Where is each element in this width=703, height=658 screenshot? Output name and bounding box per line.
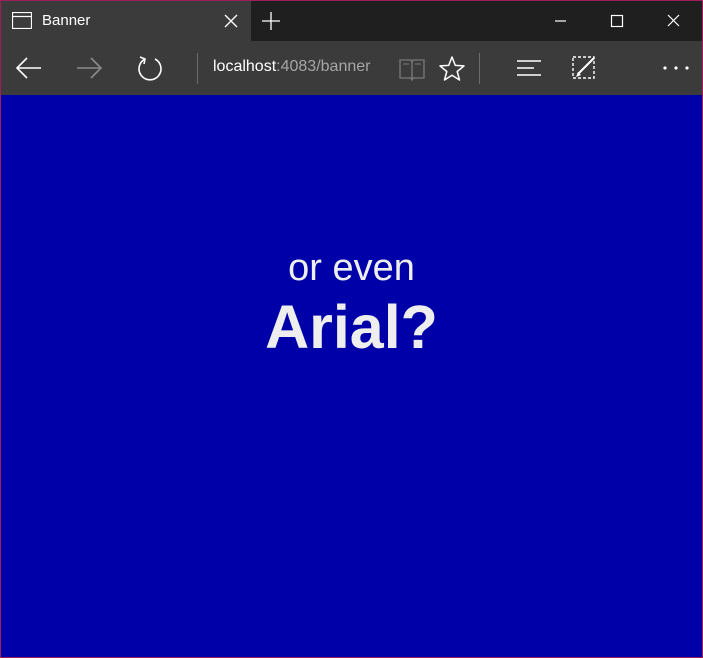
reading-view-button[interactable] xyxy=(398,56,426,82)
address-path: :4083/banner xyxy=(276,58,371,75)
forward-button[interactable] xyxy=(75,54,103,82)
new-tab-button[interactable] xyxy=(261,11,281,31)
plus-icon xyxy=(262,12,280,30)
toolbar-divider xyxy=(479,53,480,84)
more-button[interactable] xyxy=(661,60,691,76)
star-icon xyxy=(439,56,465,81)
maximize-button[interactable] xyxy=(589,1,645,41)
browser-tab[interactable]: Banner xyxy=(1,1,251,41)
address-bar[interactable]: localhost:4083/banner xyxy=(213,58,393,80)
reading-view-icon xyxy=(399,59,425,82)
close-icon xyxy=(667,14,680,27)
maximize-icon xyxy=(610,14,624,28)
tab-close-icon[interactable] xyxy=(223,13,239,29)
back-arrow-icon xyxy=(15,57,41,79)
tab-title: Banner xyxy=(42,12,91,29)
banner-heading: Arial? xyxy=(265,293,438,361)
minimize-icon xyxy=(555,20,566,22)
hub-icon xyxy=(517,60,541,76)
refresh-button[interactable] xyxy=(136,54,164,82)
address-host: localhost xyxy=(213,58,277,75)
close-window-button[interactable] xyxy=(646,1,702,41)
web-note-icon xyxy=(572,56,595,79)
more-icon xyxy=(663,66,689,70)
page-content: or even Arial? xyxy=(1,95,702,657)
web-note-button[interactable] xyxy=(570,54,598,82)
refresh-icon xyxy=(138,56,162,81)
banner-subtitle: or even xyxy=(288,247,415,289)
minimize-button[interactable] xyxy=(531,1,587,41)
favorite-button[interactable] xyxy=(438,55,466,83)
navigation-bar: localhost:4083/banner xyxy=(1,41,702,95)
toolbar-divider xyxy=(197,53,198,84)
browser-window: Banner localhost:4083/banner or even Ari… xyxy=(0,0,703,658)
hub-button[interactable] xyxy=(515,57,543,81)
title-bar: Banner xyxy=(1,1,702,41)
page-icon xyxy=(11,11,33,30)
forward-arrow-icon xyxy=(77,57,103,79)
back-button[interactable] xyxy=(15,54,43,82)
